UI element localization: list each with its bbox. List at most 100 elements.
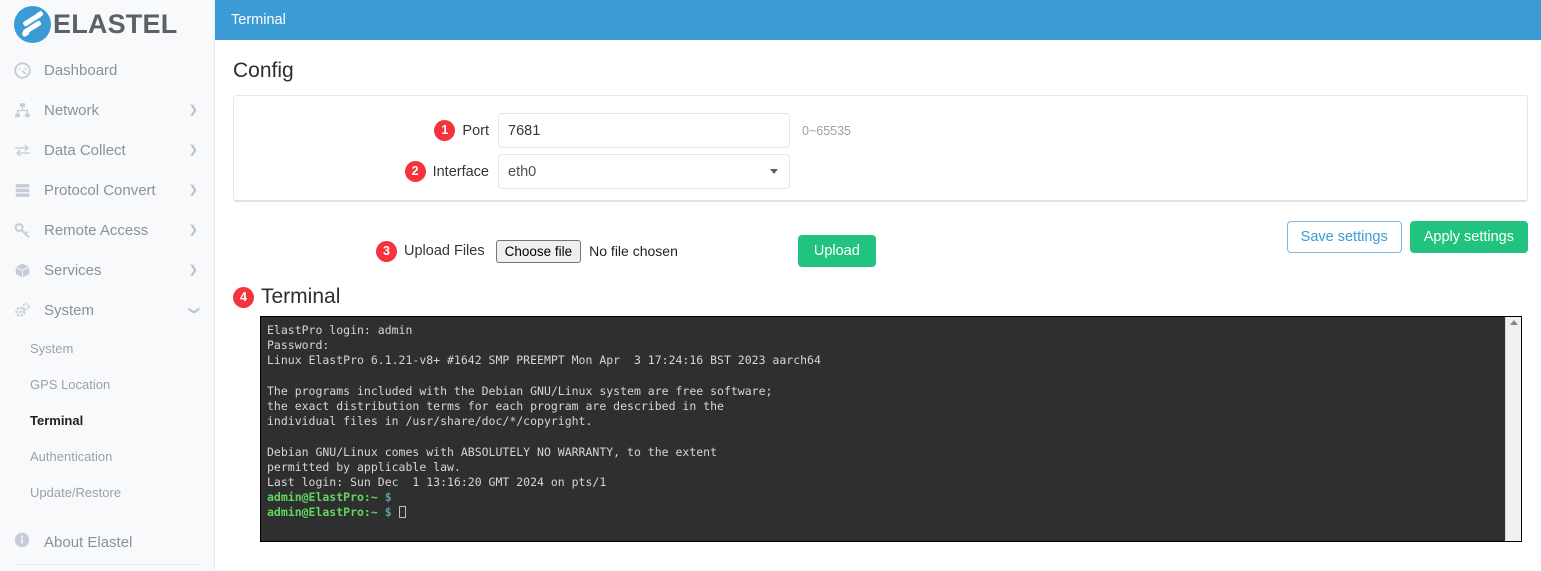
app-root: ELASTEL Dashboard Network ❯ Data Collect… <box>0 0 1541 571</box>
interface-label-wrap: 2 Interface <box>234 161 498 182</box>
upload-files-label: Upload Files <box>404 243 485 259</box>
sidebar-subitem-label: GPS Location <box>30 376 111 392</box>
terminal-line: the exact distribution terms for each pr… <box>267 399 724 414</box>
port-input[interactable] <box>498 113 790 148</box>
port-label: Port <box>462 122 489 139</box>
terminal-line: individual files in /usr/share/doc/*/cop… <box>267 414 593 429</box>
terminal-line: permitted by applicable law. <box>267 459 461 474</box>
terminal-console[interactable]: ElastPro login: admin Password: Linux Elas… <box>260 316 1522 542</box>
page-content: Config 1 Port 0~65535 2 Interface <box>215 59 1541 542</box>
sidebar-item-about-elastel[interactable]: About Elastel <box>0 522 214 562</box>
gears-icon <box>14 302 38 319</box>
chevron-down-icon <box>770 169 778 174</box>
terminal-line: ElastPro login: admin <box>267 323 413 337</box>
sidebar-subitem-label: Update/Restore <box>30 484 122 500</box>
sidebar-subitem-gps-location[interactable]: GPS Location <box>0 366 214 402</box>
sidebar-item-network[interactable]: Network ❯ <box>0 90 214 130</box>
sidebar-nav: Dashboard Network ❯ Data Collect ❯ Proto… <box>0 46 214 562</box>
annotation-badge-1: 1 <box>434 120 456 141</box>
sidebar-item-label: Protocol Convert <box>44 181 156 199</box>
terminal-heading-row: 4 Terminal <box>233 285 1528 309</box>
terminal-line: Last login: Sun Dec 1 13:16:20 GMT 2024 … <box>267 475 607 490</box>
info-icon <box>14 532 38 552</box>
cube-icon <box>14 262 38 279</box>
sidebar-item-protocol-convert[interactable]: Protocol Convert ❯ <box>0 170 214 210</box>
sidebar-subitem-terminal[interactable]: Terminal <box>0 402 214 438</box>
form-row-interface: 2 Interface eth0 <box>234 151 1527 192</box>
config-panel: 1 Port 0~65535 2 Interface et <box>233 95 1528 202</box>
chevron-right-icon: ❯ <box>188 143 198 156</box>
sidebar-subitem-authentication[interactable]: Authentication <box>0 438 214 474</box>
sidebar-item-remote-access[interactable]: Remote Access ❯ <box>0 210 214 250</box>
sidebar-subitem-system[interactable]: System <box>0 330 214 366</box>
sidebar-item-label: Network <box>44 101 100 119</box>
file-status-text: No file chosen <box>589 243 678 259</box>
port-label-wrap: 1 Port <box>234 120 498 141</box>
terminal-line: Password: <box>267 338 330 353</box>
main-content: Terminal Config 1 Port 0~65535 <box>215 0 1541 571</box>
terminal-scrollbar[interactable] <box>1505 317 1521 541</box>
form-row-port: 1 Port 0~65535 <box>234 110 1527 151</box>
apply-settings-button[interactable]: Apply settings <box>1409 221 1528 253</box>
sidebar-item-label: Remote Access <box>44 221 149 239</box>
sidebar-item-system[interactable]: System ❯ <box>0 290 214 330</box>
chevron-down-icon: ❯ <box>187 305 200 315</box>
sidebar-item-services[interactable]: Services ❯ <box>0 250 214 290</box>
exchange-icon <box>14 142 38 159</box>
terminal-prompt-user: admin@ElastPro:~ <box>267 505 378 520</box>
sidebar-item-label: Dashboard <box>44 61 118 79</box>
save-settings-button[interactable]: Save settings <box>1286 221 1402 253</box>
interface-label: Interface <box>432 163 489 180</box>
brand-logo[interactable]: ELASTEL <box>0 2 214 46</box>
interface-field: eth0 <box>498 154 790 189</box>
terminal-prompt-user: admin@ElastPro:~ <box>267 490 378 505</box>
sidebar-subitem-label: Terminal <box>30 412 84 428</box>
terminal-line: Linux ElastPro 6.1.21-v8+ #1642 SMP PREE… <box>267 353 821 368</box>
terminal-section-title: Terminal <box>261 285 341 308</box>
scroll-up-arrow-icon[interactable] <box>1509 320 1518 325</box>
key-icon <box>14 222 38 239</box>
terminal-prompt-sigil: $ <box>377 490 399 505</box>
annotation-badge-4: 4 <box>233 286 254 308</box>
choose-file-button[interactable]: Choose file <box>495 239 582 263</box>
page-title: Config <box>233 59 294 82</box>
tab-terminal[interactable]: Terminal <box>231 12 286 28</box>
sidebar-item-label: About Elastel <box>44 533 133 551</box>
upload-button[interactable]: Upload <box>797 235 876 267</box>
chevron-right-icon: ❯ <box>188 183 198 196</box>
sidebar-item-dashboard[interactable]: Dashboard <box>0 50 214 90</box>
interface-selected-value: eth0 <box>508 163 537 180</box>
top-bar: Terminal <box>215 0 1541 40</box>
brand-name: ELASTEL <box>53 8 178 39</box>
interface-select[interactable]: eth0 <box>498 154 790 189</box>
terminal-line: The programs included with the Debian GN… <box>267 383 773 398</box>
terminal-cursor <box>398 506 406 519</box>
elastel-logo-icon <box>14 5 51 43</box>
chevron-right-icon: ❯ <box>188 223 198 236</box>
gauge-icon <box>14 61 38 79</box>
annotation-badge-3: 3 <box>376 240 397 262</box>
chevron-right-icon: ❯ <box>188 103 198 116</box>
terminal-line: Debian GNU/Linux comes with ABSOLUTELY N… <box>267 444 718 459</box>
sidebar-subitem-label: System <box>30 340 74 356</box>
port-range-hint: 0~65535 <box>802 123 852 138</box>
terminal-output: ElastPro login: admin Password: Linux Elas… <box>261 317 1505 541</box>
sitemap-icon <box>14 102 38 119</box>
terminal-line: admin@ElastPro:~ $ <box>267 490 1505 505</box>
terminal-prompt-sigil: $ <box>377 505 399 520</box>
port-field <box>498 113 790 148</box>
sidebar: ELASTEL Dashboard Network ❯ Data Collect… <box>0 0 215 571</box>
annotation-badge-2: 2 <box>404 161 426 182</box>
chevron-right-icon: ❯ <box>188 263 198 276</box>
sidebar-divider <box>14 564 200 565</box>
sidebar-item-label: Data Collect <box>44 141 126 159</box>
sidebar-item-data-collect[interactable]: Data Collect ❯ <box>0 130 214 170</box>
server-icon <box>14 182 38 199</box>
sidebar-subitem-label: Authentication <box>30 448 113 464</box>
terminal-line: admin@ElastPro:~ $ <box>267 505 1505 520</box>
sidebar-item-label: Services <box>44 261 102 279</box>
sidebar-subitem-update-restore[interactable]: Update/Restore <box>0 474 214 510</box>
sidebar-item-label: System <box>44 301 95 319</box>
